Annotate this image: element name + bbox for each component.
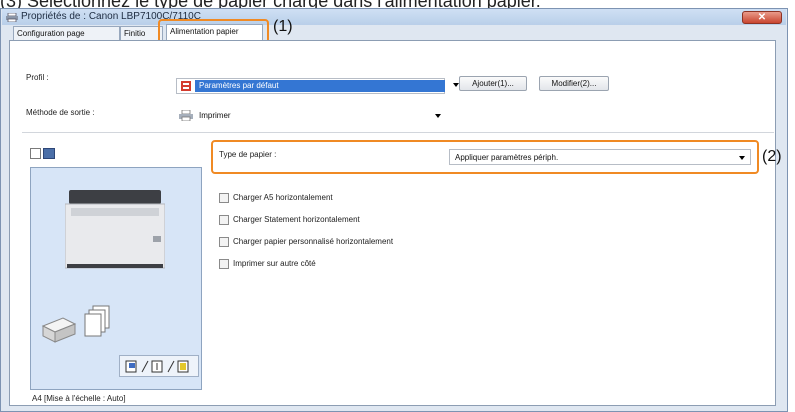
divider (22, 132, 774, 133)
checkbox-label: Charger A5 horizontalement (233, 193, 333, 202)
layout-toggle-icon[interactable] (124, 359, 194, 374)
checkbox[interactable] (219, 259, 229, 269)
paper-type-value: Appliquer paramètres périph. (455, 153, 559, 162)
tab-label: Configuration page (17, 29, 85, 38)
document-copies-icon (84, 305, 110, 337)
checkbox-label: Imprimer sur autre côté (233, 259, 316, 268)
checkbox[interactable] (219, 237, 229, 247)
add-profile-button[interactable]: Ajouter(1)... (459, 76, 527, 91)
printer-icon (6, 13, 18, 22)
chevron-down-icon (435, 114, 441, 118)
paper-type-dropdown[interactable]: Appliquer paramètres périph. (449, 149, 751, 165)
paper-type-label: Type de papier : (219, 150, 277, 159)
close-button[interactable]: ✕ (742, 11, 782, 24)
preview-toolbar (119, 355, 199, 377)
checkbox[interactable] (219, 215, 229, 225)
printer-illustration (65, 190, 165, 269)
tab-configuration-page[interactable]: Configuration page (13, 26, 120, 40)
output-method-label: Méthode de sortie : (26, 108, 95, 117)
print-view-icon[interactable] (30, 148, 41, 159)
edit-profile-button[interactable]: Modifier(2)... (539, 76, 609, 91)
paper-size-status: A4 [Mise à l'échelle : Auto] (32, 394, 126, 403)
checkbox-label: Charger papier personnalisé horizontalem… (233, 237, 394, 246)
close-icon: ✕ (757, 12, 767, 23)
paper-stack-icon (41, 317, 77, 343)
checkbox[interactable] (219, 193, 229, 203)
profile-value: Paramètres par défaut (199, 81, 279, 90)
title-bar: Propriétés de : Canon LBP7100C/7110C ✕ (2, 9, 786, 25)
callout-1: (1) (273, 18, 293, 35)
tab-finishing[interactable]: Finitio (120, 26, 163, 40)
printer-icon (179, 110, 193, 121)
tab-label: Finitio (124, 29, 146, 38)
profile-dropdown[interactable]: Paramètres par défaut (176, 78, 459, 94)
profile-icon (181, 81, 191, 91)
checkbox-label: Charger Statement horizontalement (233, 215, 360, 224)
callout-2: (2) (762, 148, 782, 165)
output-method-value: Imprimer (199, 111, 231, 120)
settings-view-icon[interactable] (43, 148, 55, 159)
chevron-down-icon (739, 156, 745, 160)
output-method-dropdown[interactable]: Imprimer (176, 108, 445, 124)
profile-label: Profil : (26, 73, 49, 82)
preview-pane (30, 167, 202, 390)
